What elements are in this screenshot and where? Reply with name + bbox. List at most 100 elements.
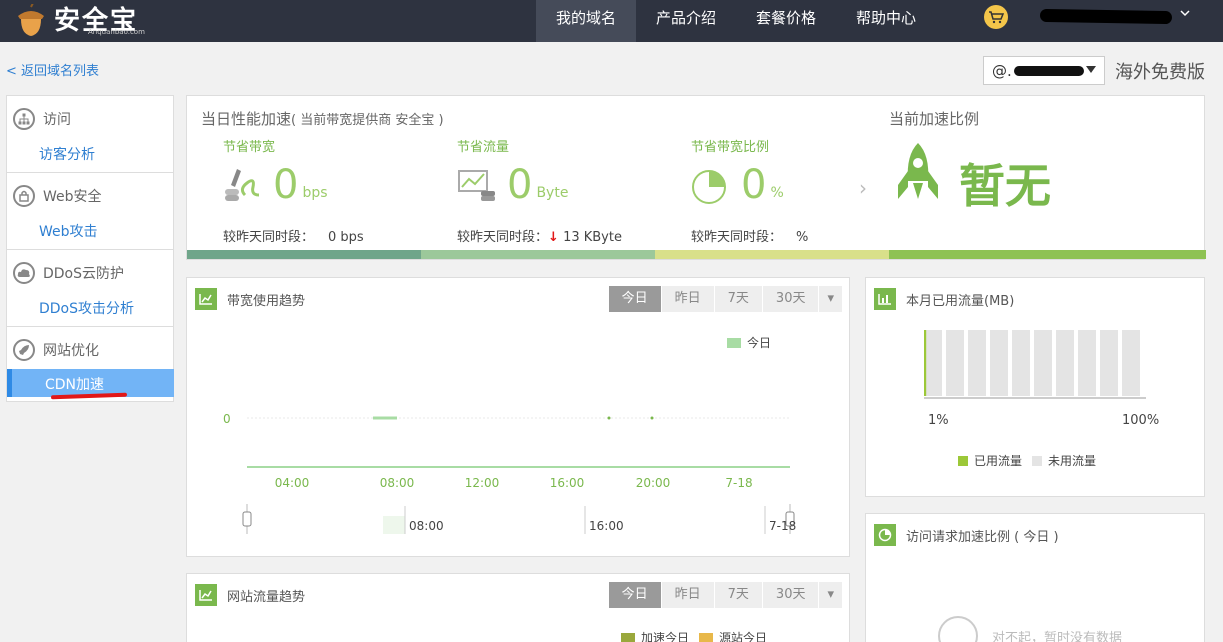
perf-title-text: 当日性能加速	[201, 110, 292, 128]
back-to-domain-list-link[interactable]: < 返回域名列表	[6, 60, 99, 79]
tab-today[interactable]: 今日	[607, 582, 661, 608]
bandwidth-trend-panel: 带宽使用趋势 今日 昨日 7天 30天 ▾ 今日 0 04:00 08:00 1…	[186, 277, 850, 557]
gauge-used-fill	[924, 330, 927, 396]
sidebar-section-ddos: DDoS云防护 DDoS攻击分析	[7, 250, 173, 327]
legend-swatch	[699, 632, 714, 642]
gauge-column	[1034, 330, 1052, 396]
color-stripe-3	[655, 250, 889, 259]
y-tick-label: 0	[223, 412, 231, 426]
brand-domain: Anquanbao.com	[88, 28, 145, 36]
metric-unit: Byte	[536, 185, 569, 201]
x-tick-label: 08:00	[380, 476, 415, 490]
metric-unit: bps	[302, 185, 328, 201]
rocket-icon	[13, 339, 35, 361]
gauge-legend: 已用流量 未用流量	[958, 452, 1096, 469]
gauge-column	[968, 330, 986, 396]
sidebar-item-cdn[interactable]: CDN加速	[45, 374, 104, 394]
caret-down-icon	[1086, 66, 1096, 73]
metric-compare-label: 较昨天同时段：	[691, 230, 783, 245]
legend-label: 未用流量	[1048, 454, 1097, 468]
top-navbar: 安全宝 Anquanbao.com 我的域名 产品介绍 套餐价格 帮助中心	[0, 0, 1223, 42]
metric-compare: 较昨天同时段： 0 bps	[223, 226, 364, 245]
sidebar-item-visitor-analysis[interactable]: 访客分析	[39, 144, 95, 164]
period-tabs: 今日 昨日 7天 30天 ▾	[607, 582, 842, 608]
pie-chart-icon	[874, 524, 896, 546]
cloud-icon	[13, 262, 35, 284]
metric-saved-ratio: 节省带宽比例 0 % 较昨天同时段：%	[691, 136, 911, 246]
sidebar-section-web-security: Web安全 Web攻击	[7, 173, 173, 250]
metric-compare-value: 13 KByte	[563, 230, 622, 245]
navigator-tick: 08:00	[409, 519, 444, 533]
sidebar-item-web-attack[interactable]: Web攻击	[39, 221, 98, 241]
sidebar-title-ddos: DDoS云防护	[43, 266, 125, 282]
sidebar-title-web-security: Web安全	[43, 189, 102, 205]
legend-swatch	[1032, 455, 1043, 466]
monthly-traffic-gauge: 1% 100%	[924, 330, 1159, 428]
gauge-column	[1012, 330, 1030, 396]
chevron-right-icon: ›	[859, 176, 867, 200]
x-tick-label: 7-18	[725, 476, 752, 490]
username-redacted[interactable]	[1039, 8, 1173, 25]
gauge-column	[1100, 330, 1118, 396]
perf-title: 当日性能加速( 当前带宽提供商 安全宝 )	[201, 108, 444, 129]
coins-icon	[225, 169, 260, 201]
metric-compare-value: %	[796, 230, 809, 245]
legend-label: 加速今日	[641, 631, 690, 642]
cart-icon[interactable]	[984, 5, 1008, 29]
gauge-column	[990, 330, 1008, 396]
panel-title: 网站流量趋势	[227, 589, 306, 605]
domain-prefix: @.	[992, 61, 1012, 80]
metric-unit: %	[770, 185, 784, 201]
metric-compare: 较昨天同时段：%	[691, 226, 808, 245]
accel-ratio-value: 暂无	[959, 159, 1051, 213]
legend-swatch	[621, 632, 635, 642]
x-tick-label: 04:00	[275, 476, 310, 490]
legend-used[interactable]: 已用流量	[958, 452, 1022, 469]
metric-compare-label: 较昨天同时段：	[223, 230, 315, 245]
navigator-mini-area	[383, 516, 405, 534]
tabs-dropdown-caret[interactable]: ▾	[818, 582, 842, 608]
gauge-column	[1056, 330, 1074, 396]
nav-pricing[interactable]: 套餐价格	[736, 0, 836, 42]
gauge-column	[1078, 330, 1096, 396]
accel-ratio-title: 当前加速比例	[889, 110, 980, 128]
color-stripe-1	[187, 250, 421, 259]
x-tick-label: 20:00	[636, 476, 671, 490]
metric-saved-bandwidth: 节省带宽 0 bps 较昨天同时段： 0 bps	[223, 136, 443, 246]
metric-saved-traffic: 节省流量 0 Byte 较昨天同时段：↓ 13 KByte	[457, 136, 677, 246]
metric-value: 0	[507, 162, 533, 208]
data-point	[650, 416, 654, 420]
perf-subtitle: ( 当前带宽提供商 安全宝 )	[291, 113, 444, 128]
nav-help[interactable]: 帮助中心	[836, 0, 936, 42]
sad-face-icon	[938, 616, 978, 642]
nav-products[interactable]: 产品介绍	[636, 0, 736, 42]
tab-yesterday[interactable]: 昨日	[660, 582, 714, 608]
legend-unused[interactable]: 未用流量	[1032, 452, 1096, 469]
lock-icon	[13, 185, 35, 207]
nav-my-domains[interactable]: 我的域名	[536, 0, 637, 42]
tab-7days[interactable]: 7天	[713, 582, 762, 608]
sidebar-item-ddos-analysis[interactable]: DDoS攻击分析	[39, 298, 134, 318]
color-stripe-2	[421, 250, 655, 259]
metric-value: 0	[273, 162, 299, 208]
main-nav: 我的域名 产品介绍 套餐价格 帮助中心	[536, 0, 936, 42]
performance-panel: 当日性能加速( 当前带宽提供商 安全宝 ) 节省带宽 0 bps 较昨天同时段：…	[186, 95, 1206, 260]
metric-label: 节省带宽比例	[691, 140, 770, 155]
panel-title: 访问请求加速比例 ( 今日 )	[906, 529, 1059, 545]
domain-select[interactable]: @.	[983, 56, 1105, 85]
gauge-column	[946, 330, 964, 396]
sitemap-icon	[13, 108, 35, 130]
legend-origin[interactable]: 源站今日	[699, 629, 767, 642]
chevron-down-icon[interactable]	[1180, 8, 1190, 18]
data-point	[607, 416, 611, 420]
gauge-column	[1122, 330, 1140, 396]
sidebar-title-optimization: 网站优化	[43, 343, 99, 359]
legend-accelerated[interactable]: 加速今日	[621, 629, 689, 642]
metric-compare-value: 0 bps	[328, 230, 364, 245]
color-stripe-4	[889, 250, 1206, 259]
tab-30days[interactable]: 30天	[761, 582, 819, 608]
request-accel-ratio-panel: 访问请求加速比例 ( 今日 ) 对不起，暂时没有数据	[865, 513, 1205, 642]
site-traffic-trend-panel: 网站流量趋势 今日 昨日 7天 30天 ▾ 加速今日 源站今日	[186, 573, 850, 642]
legend-swatch	[958, 455, 968, 466]
plan-label: 海外免费版	[1115, 62, 1205, 83]
